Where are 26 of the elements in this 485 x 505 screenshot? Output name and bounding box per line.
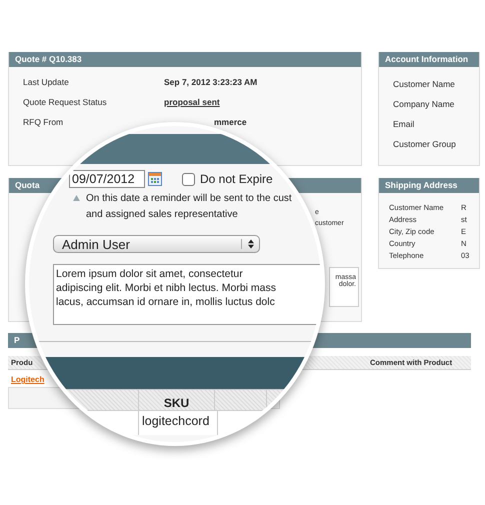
checkbox-label: Do not Expire — [200, 172, 273, 186]
assignee-select[interactable]: Admin User — [53, 235, 260, 253]
field-label: RFQ From — [23, 117, 64, 127]
panel-title: Account Information — [385, 54, 468, 64]
comment-field[interactable]: Lorem ipsum dolor sit amet, consectetur adipiscing elit. Morbi et nibh lectus. Morbi mass lacus, accumsan id ornare in, mollis luctus dolc — [53, 264, 321, 325]
field-label: Quote Request Status — [23, 97, 108, 107]
triangle-icon — [73, 195, 80, 201]
status-link[interactable]: proposal sent — [164, 97, 220, 107]
field-value: Sep 7, 2012 3:23:23 AM — [164, 77, 258, 87]
field-label: Company Name — [393, 99, 456, 109]
field-label: Last Update — [23, 77, 70, 87]
field-label: Customer Name — [393, 79, 456, 89]
panel-title: Shipping Address — [385, 180, 458, 190]
panel-title: P — [14, 335, 20, 345]
updown-icon — [241, 239, 254, 249]
hint-text: On this date a reminder will be sent to the cust — [86, 192, 292, 204]
field-label: Customer Group — [393, 139, 457, 149]
hint-text: and assigned sales representative — [86, 209, 238, 220]
calendar-icon[interactable] — [148, 172, 162, 186]
field-value: mmerce — [214, 117, 247, 127]
table-cell: logitechcord — [138, 411, 218, 435]
date-field[interactable]: 09/07/2012 — [69, 170, 145, 188]
panel-title: Quote # Q10.383 — [15, 54, 82, 64]
field-label: Email — [393, 119, 416, 129]
checkbox[interactable] — [182, 172, 195, 186]
panel-title: Quota — [15, 180, 40, 190]
